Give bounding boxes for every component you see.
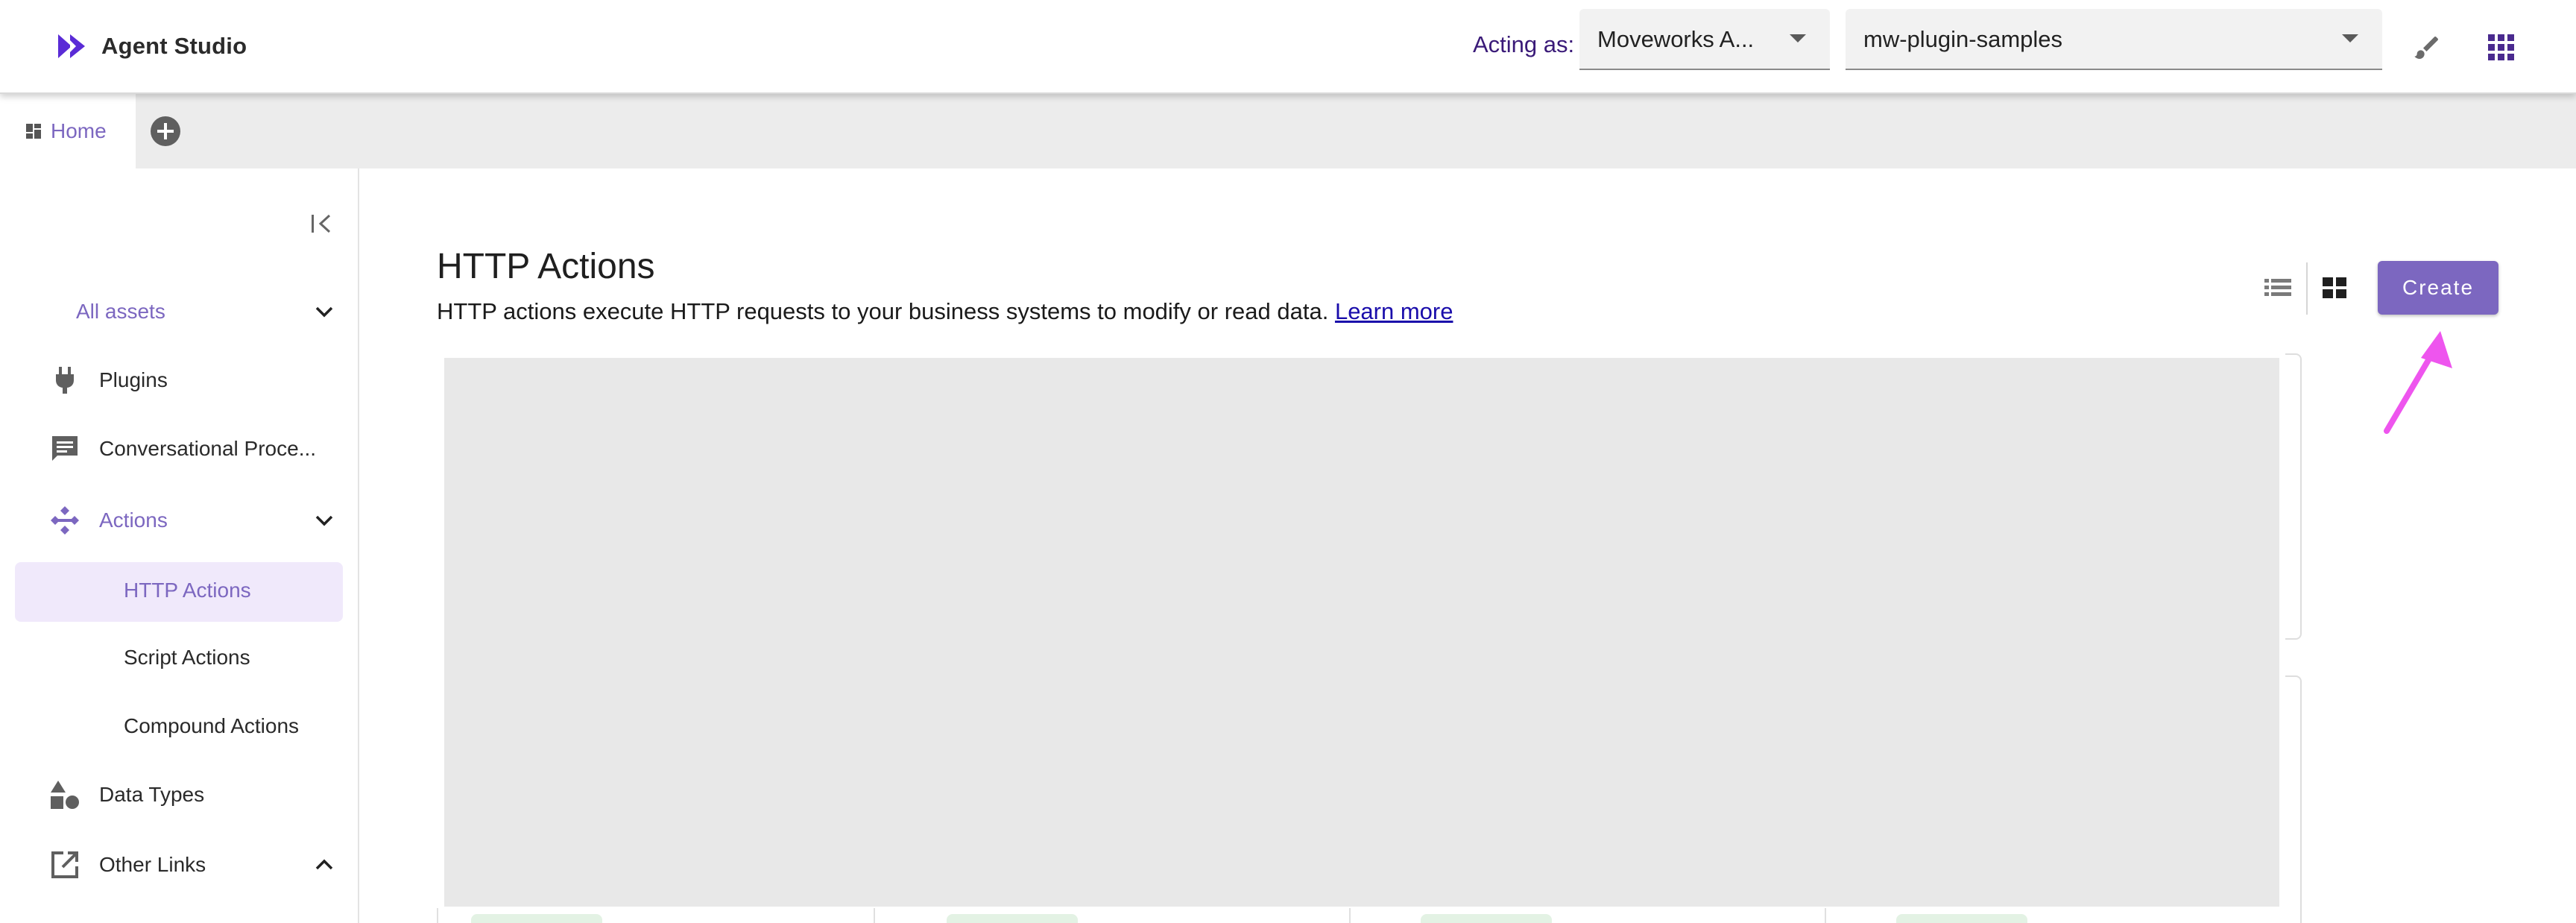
view-toggle-divider — [2306, 262, 2308, 315]
sidebar-item-plugins[interactable]: Plugins — [0, 350, 358, 410]
plug-icon — [46, 362, 83, 399]
agent-studio-logo-icon — [58, 34, 85, 58]
sidebar-item-actions[interactable]: Actions — [0, 491, 358, 550]
sidebar-subitem-http-actions[interactable]: HTTP Actions — [15, 562, 343, 622]
apps-button[interactable] — [2481, 27, 2522, 69]
all-assets-label: All assets — [76, 300, 165, 323]
shapes-icon — [46, 776, 83, 813]
chat-icon — [46, 430, 83, 467]
card-status-badge — [471, 914, 602, 923]
sidebar-item-label: Other Links — [99, 853, 206, 876]
sidebar-subitem-script-actions[interactable]: Script Actions — [15, 629, 343, 689]
caret-down-icon — [1790, 34, 1806, 42]
card-edge — [1349, 908, 1351, 923]
sidebar-subitem-label: Compound Actions — [124, 714, 300, 737]
card-edge — [1825, 908, 1826, 923]
sidebar-item-data-types[interactable]: Data Types — [0, 765, 358, 825]
card-status-badge — [947, 914, 1078, 923]
brand[interactable]: Agent Studio — [55, 28, 247, 64]
org-select[interactable]: Moveworks A... — [1579, 9, 1830, 70]
annotation-arrow-icon — [2384, 331, 2452, 434]
sidebar-subitem-label: HTTP Actions — [124, 579, 251, 602]
theme-brush-button[interactable] — [2406, 27, 2448, 69]
brush-icon — [2414, 37, 2438, 59]
tabs-bar: Home — [0, 94, 2576, 168]
page-title: HTTP Actions — [437, 247, 655, 286]
caret-down-icon — [2342, 34, 2358, 42]
loading-placeholder — [444, 358, 2279, 907]
sidebar-item-label: Conversational Proce... — [99, 437, 317, 460]
card-edge — [874, 908, 875, 923]
learn-more-link[interactable]: Learn more — [1335, 298, 1453, 324]
sidebar-item-label: Data Types — [99, 783, 205, 806]
acting-as-label: Acting as: — [1473, 31, 1575, 57]
sidebar-item-label: Plugins — [99, 368, 168, 391]
sidebar-item-other-links[interactable]: Other Links — [0, 835, 358, 895]
workspace-select-value: mw-plugin-samples — [1863, 26, 2063, 52]
collapse-sidebar-icon[interactable] — [307, 209, 337, 239]
card-edge — [2285, 675, 2302, 923]
top-header: Agent Studio Acting as: Moveworks A... m… — [0, 0, 2576, 94]
sidebar-item-conversational-processes[interactable]: Conversational Proce... — [0, 419, 358, 479]
description-text: HTTP actions execute HTTP requests to yo… — [437, 298, 1329, 324]
app-name: Agent Studio — [101, 33, 247, 59]
workspace-select[interactable]: mw-plugin-samples — [1846, 9, 2382, 70]
grid-view-icon[interactable] — [2318, 273, 2351, 303]
sidebar-item-label: Actions — [99, 508, 168, 532]
sidebar: All assets Plugins Conversational Proce.… — [0, 168, 359, 923]
card-status-badge — [1421, 914, 1552, 923]
chevron-up-icon — [315, 859, 333, 870]
dashboard-icon — [26, 124, 41, 139]
add-tab-icon[interactable] — [149, 115, 182, 148]
card-edge — [2285, 353, 2302, 640]
actions-icon — [46, 502, 83, 539]
apps-grid-icon — [2488, 34, 2514, 60]
chevron-down-icon — [315, 515, 333, 526]
card-status-badge — [1896, 914, 2027, 923]
org-select-value: Moveworks A... — [1597, 26, 1755, 52]
create-button[interactable]: Create — [2378, 261, 2498, 315]
chevron-down-icon — [315, 306, 333, 318]
tab-home[interactable]: Home — [0, 94, 136, 168]
card-edge — [437, 908, 438, 923]
tab-home-label: Home — [51, 119, 107, 142]
sidebar-subitem-compound-actions[interactable]: Compound Actions — [15, 698, 343, 757]
all-assets-filter[interactable]: All assets — [0, 282, 358, 341]
page-description: HTTP actions execute HTTP requests to yo… — [437, 298, 1453, 325]
sidebar-subitem-label: Script Actions — [124, 646, 250, 669]
external-link-icon — [46, 846, 83, 883]
list-view-icon[interactable] — [2261, 273, 2294, 303]
